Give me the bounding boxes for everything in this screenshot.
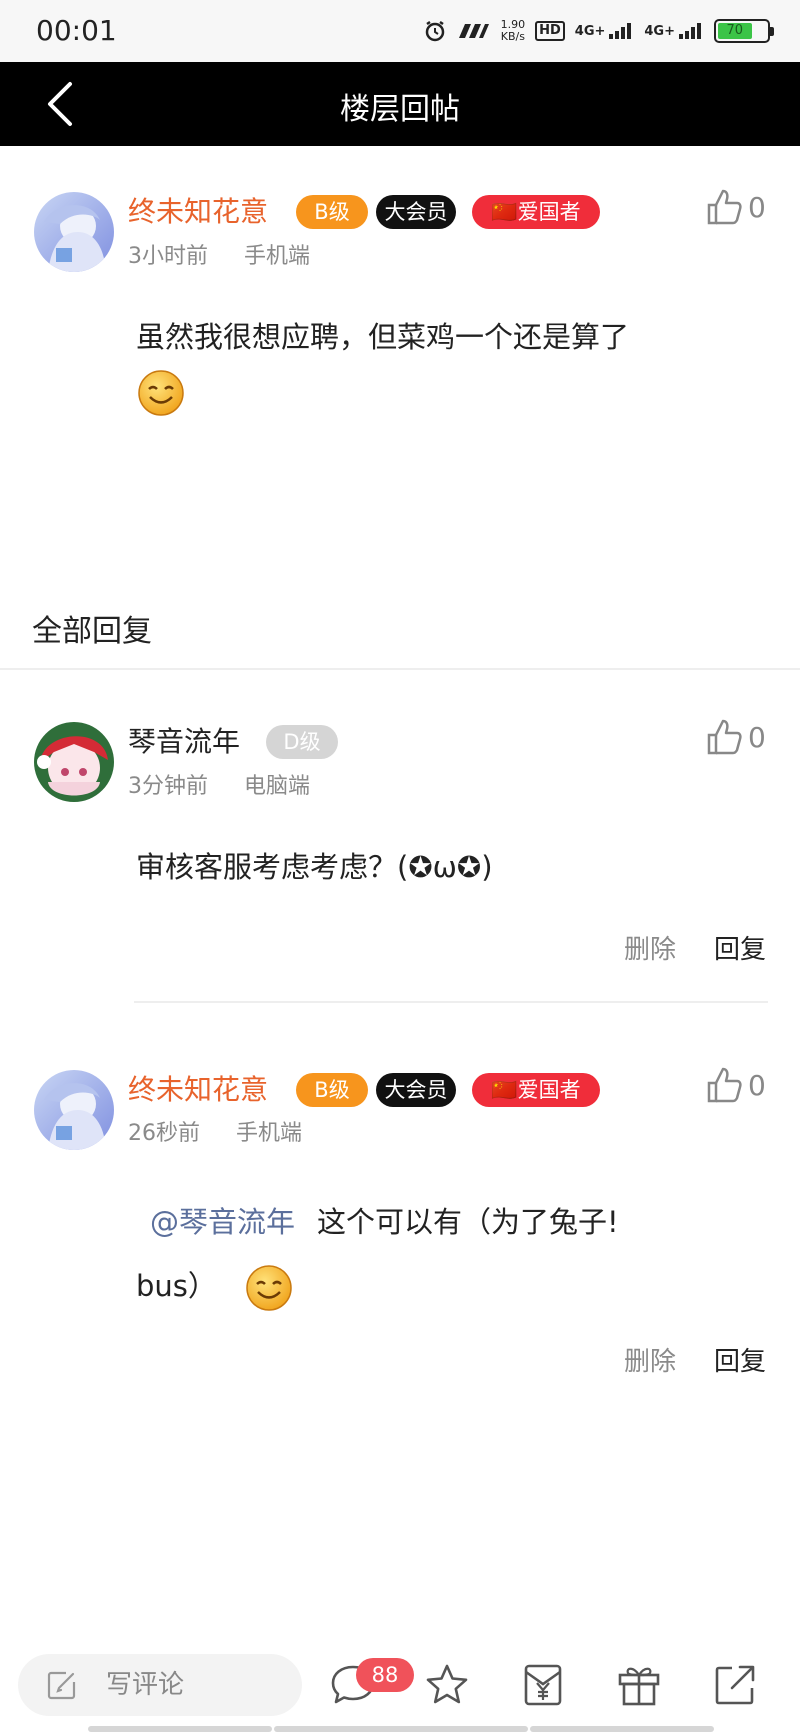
thumbs-up-icon — [707, 719, 742, 755]
username[interactable]: 终未知花意 — [128, 193, 268, 231]
alarm-icon — [425, 20, 444, 42]
signal-1: 4G+ — [575, 23, 635, 39]
reply-meta: 3分钟前 电脑端 — [128, 772, 310, 802]
level-badge: B级 — [296, 195, 368, 229]
like-count: 0 — [748, 190, 766, 224]
like-button[interactable]: 0 — [706, 1066, 766, 1104]
favorite-button[interactable] — [424, 1662, 470, 1708]
battery-level: 70 — [726, 23, 744, 38]
delete-button[interactable]: 删除 — [624, 932, 676, 968]
reply-meta: 26秒前 手机端 — [128, 1119, 302, 1149]
divider — [0, 668, 800, 670]
post-content: 虽然我很想应聘，但菜鸡一个还是算了 — [136, 312, 756, 418]
delete-button[interactable]: 删除 — [624, 1344, 676, 1380]
username[interactable]: 终未知花意 — [128, 1071, 268, 1109]
level-badge: D级 — [266, 725, 338, 759]
status-bar: 00:01 1.90 KB/s HD 4G+ 4G+ 70 — [0, 0, 800, 62]
reply-device: 手机端 — [236, 1121, 303, 1146]
avatar[interactable] — [34, 192, 114, 272]
star-icon — [426, 1664, 468, 1704]
divider — [134, 1001, 768, 1003]
wifi-speed-icon — [458, 24, 489, 38]
thumbs-up-icon — [707, 1067, 742, 1103]
patriot-badge: 🇨🇳爱国者 — [472, 1073, 600, 1107]
level-badge: B级 — [296, 1073, 368, 1107]
signal-2: 4G+ — [644, 23, 704, 39]
reply-device: 电脑端 — [244, 774, 311, 799]
yuan-envelope-icon — [524, 1664, 562, 1706]
reply-content: @琴音流年 这个可以有（为了兔子! bus） — [136, 1190, 756, 1318]
reply-content: 审核客服考虑考虑？(✪ω✪) — [136, 850, 493, 884]
battery-icon: 70 — [714, 19, 774, 43]
network-speed-unit: KB/s — [500, 30, 525, 43]
scroll-indicator — [88, 1726, 272, 1732]
avatar[interactable] — [34, 722, 114, 802]
gift-button[interactable] — [616, 1662, 662, 1708]
page-title: 楼层回帖 — [340, 92, 460, 127]
comment-placeholder: 写评论 — [106, 1670, 185, 1700]
status-icons: 1.90 KB/s HD 4G+ 4G+ 70 — [423, 16, 774, 46]
mention-link[interactable]: @琴音流年 — [150, 1205, 295, 1239]
reply-button[interactable]: 回复 — [714, 932, 766, 968]
gift-icon — [618, 1667, 660, 1706]
post-device: 手机端 — [244, 244, 311, 269]
scroll-indicator — [530, 1726, 714, 1732]
reply-button[interactable]: 回复 — [714, 1344, 766, 1380]
like-button[interactable]: 0 — [706, 188, 766, 226]
avatar-image — [34, 1070, 114, 1150]
reply-time: 26秒前 — [128, 1121, 200, 1146]
reply-text-cont: bus） — [136, 1269, 217, 1303]
status-time: 00:01 — [36, 14, 117, 47]
network-type-1: 4G+ — [574, 24, 606, 39]
network-speed: 1.90 KB/s — [501, 19, 526, 43]
signal-bars-icon — [679, 23, 701, 39]
share-button[interactable] — [712, 1662, 758, 1708]
post-meta: 3小时前 手机端 — [128, 242, 310, 272]
reply-time: 3分钟前 — [128, 774, 208, 799]
title-bar: 楼层回帖 — [0, 62, 800, 146]
scroll-indicator — [274, 1726, 528, 1732]
smiley-emoji-icon — [138, 370, 184, 416]
smiley-emoji-icon — [246, 1265, 292, 1311]
edit-icon — [47, 1671, 76, 1700]
bottom-toolbar: 写评论 88 — [0, 1640, 800, 1733]
vip-badge: 大会员 — [376, 195, 456, 229]
avatar-image — [34, 192, 114, 272]
like-count: 0 — [748, 720, 766, 754]
post-text: 虽然我很想应聘，但菜鸡一个还是算了 — [136, 320, 630, 354]
signal-bars-icon — [609, 23, 632, 39]
username[interactable]: 琴音流年 — [128, 723, 240, 761]
like-count: 0 — [748, 1068, 766, 1102]
reply-text: 这个可以有（为了兔子! — [317, 1205, 619, 1239]
like-button[interactable]: 0 — [706, 718, 766, 756]
avatar[interactable] — [34, 1070, 114, 1150]
post-time: 3小时前 — [128, 244, 208, 269]
patriot-badge: 🇨🇳爱国者 — [472, 195, 600, 229]
reward-button[interactable] — [520, 1662, 566, 1708]
thumbs-up-icon — [707, 189, 742, 225]
battery-fill: 70 — [718, 23, 752, 39]
vip-badge: 大会员 — [376, 1073, 456, 1107]
hd-icon: HD — [535, 21, 565, 41]
replies-section-title: 全部回复 — [32, 614, 152, 649]
network-type-2: 4G+ — [644, 24, 675, 39]
avatar-image — [34, 722, 114, 802]
comment-count-badge: 88 — [356, 1658, 414, 1692]
comment-input[interactable]: 写评论 — [18, 1654, 302, 1716]
share-icon — [715, 1665, 755, 1705]
